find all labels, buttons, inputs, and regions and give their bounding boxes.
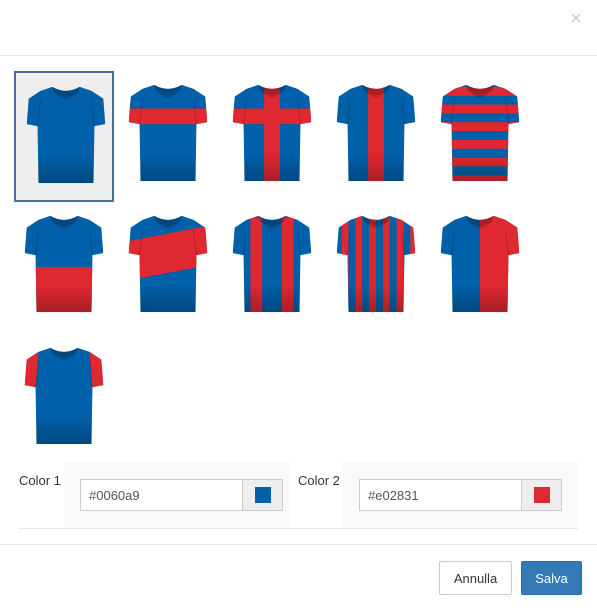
jersey-option-plain[interactable] [14, 71, 114, 202]
jersey-icon [128, 215, 208, 313]
jersey-icon [440, 215, 520, 313]
color2-input-group[interactable] [359, 479, 562, 511]
color1-hex-input[interactable] [80, 479, 242, 511]
modal-header [0, 0, 597, 56]
jersey-icon [336, 215, 416, 313]
jersey-option-split-halves[interactable] [430, 202, 530, 333]
jersey-option-chest-band[interactable] [118, 71, 218, 202]
color1-input-group [80, 479, 283, 511]
jersey-option-cross[interactable] [222, 71, 322, 202]
jersey-option-diagonal-band[interactable] [118, 202, 218, 333]
jersey-icon [440, 84, 520, 182]
color1-label: Color 1 [19, 473, 61, 488]
save-button[interactable]: Salva [521, 561, 582, 595]
color1-swatch [254, 487, 271, 503]
color2-label: Color 2 [298, 473, 340, 488]
jersey-option-contrast-sleeves[interactable] [14, 334, 114, 465]
color1-cell [64, 462, 290, 528]
jersey-icon [232, 84, 312, 182]
jersey-option-two-stripes[interactable] [222, 202, 322, 333]
jersey-icon [24, 215, 104, 313]
color-settings-row: Color 1 Color 2 [18, 462, 578, 529]
close-button[interactable] [567, 9, 585, 27]
jersey-option-vertical-stripes[interactable] [326, 202, 426, 333]
color1-picker-button[interactable] [242, 479, 283, 511]
jersey-option-center-stripe[interactable] [326, 71, 426, 202]
jersey-icon [24, 347, 104, 445]
color2-cell [343, 462, 578, 528]
jersey-icon [128, 84, 208, 182]
jersey-option-hoops[interactable] [430, 71, 530, 202]
jersey-icon [26, 86, 106, 184]
color2-swatch [533, 487, 550, 503]
cancel-button[interactable]: Annulla [439, 561, 512, 595]
jersey-icon [232, 215, 312, 313]
color2-hex-input[interactable] [359, 479, 521, 511]
color2-picker-button[interactable] [521, 479, 562, 511]
modal-footer: Annulla Salva [0, 544, 597, 611]
close-icon [571, 13, 581, 23]
jersey-option-bottom-half[interactable] [14, 202, 114, 333]
jersey-icon [336, 84, 416, 182]
